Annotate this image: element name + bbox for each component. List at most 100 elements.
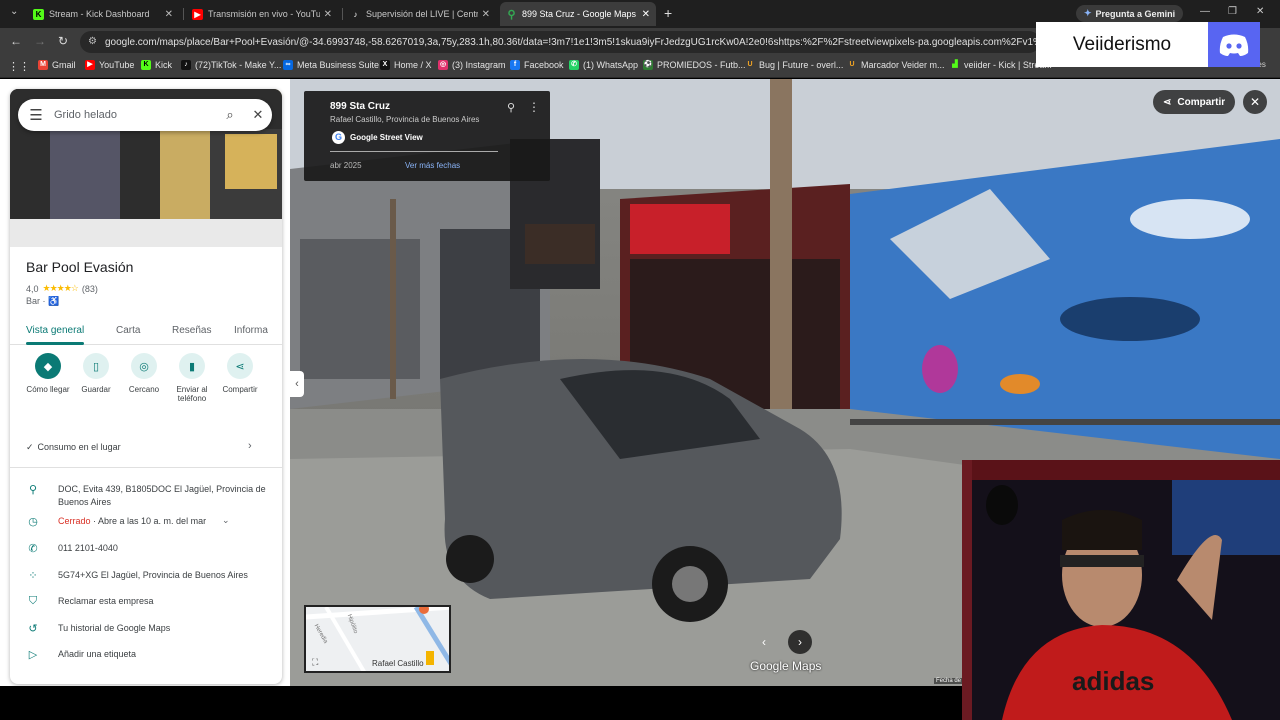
site-info-icon[interactable]: ⚙ — [88, 36, 100, 48]
google-maps-icon: ⚲ — [507, 8, 516, 21]
tab-search-icon[interactable]: ⌄ — [10, 6, 18, 17]
tab-info[interactable]: Informa — [234, 325, 268, 336]
search-icon[interactable]: ⌕ — [216, 107, 244, 123]
kick-icon: K — [141, 60, 151, 70]
next-arrow[interactable]: › — [788, 630, 812, 654]
close-street-view-button[interactable]: ✕ — [1243, 90, 1267, 114]
close-tab-icon[interactable]: ✕ — [642, 9, 650, 20]
search-box[interactable]: ☰ Grido helado ⌕ ✕ — [18, 99, 272, 131]
bookmark-bug-future[interactable]: U Bug | Future - overl... — [745, 60, 843, 70]
share-street-view-button[interactable]: ⋖ Compartir — [1153, 90, 1236, 114]
chevron-down-icon[interactable]: ⌄ — [222, 515, 230, 526]
chevron-right-icon: › — [798, 635, 802, 649]
address-text: DOC, Evita 439, B1805DOC El Jagüel, Prov… — [58, 484, 266, 507]
bookmark-youtube[interactable]: ▶ YouTube — [85, 60, 134, 70]
tab-google-maps[interactable]: ⚲ 899 Sta Cruz - Google Maps ✕ — [500, 2, 656, 26]
tab-kick-dashboard[interactable]: K Stream - Kick Dashboard ✕ — [27, 4, 179, 24]
address-row[interactable]: ⚲ DOC, Evita 439, B1805DOC El Jagüel, Pr… — [26, 483, 266, 509]
divider — [330, 151, 498, 152]
more-dates-link[interactable]: Ver más fechas — [405, 161, 460, 170]
tab-youtube-live[interactable]: ▶ Transmisión en vivo - YouTube ✕ — [186, 4, 338, 24]
maps-history-row[interactable]: ↺ Tu historial de Google Maps — [26, 622, 266, 635]
menu-icon[interactable]: ☰ — [18, 106, 54, 124]
window-close-icon[interactable]: ✕ — [1256, 6, 1264, 17]
dine-in-row[interactable]: ✓ Consumo en el lugar — [26, 442, 121, 453]
apps-icon[interactable]: ⋮⋮ — [8, 60, 30, 73]
tab-menu[interactable]: Carta — [116, 325, 140, 336]
back-icon[interactable]: ← — [10, 34, 22, 48]
tab-reviews[interactable]: Reseñas — [172, 325, 211, 336]
reload-icon[interactable]: ↻ — [58, 34, 68, 48]
close-tab-icon[interactable]: ✕ — [482, 9, 490, 20]
phone-row[interactable]: ✆ 011 2101-4040 — [26, 542, 266, 555]
chevron-left-icon: ‹ — [295, 378, 299, 390]
tab-tiktok-live[interactable]: ♪ Supervisión del LIVE | Centro LI ✕ — [344, 4, 496, 24]
bookmark-x[interactable]: X Home / X — [380, 60, 432, 70]
youtube-icon: ▶ — [85, 60, 95, 70]
active-tab-indicator — [26, 342, 84, 345]
action-buttons: ◆ Cómo llegar ▯ Guardar ◎ Cercano ▮ Envi… — [10, 353, 282, 413]
add-label-text: Añadir una etiqueta — [58, 649, 137, 659]
bookmark-promiedos[interactable]: ⚽ PROMIEDOS - Futb... — [643, 60, 746, 70]
bookmark-marcador[interactable]: U Marcador Veider m... — [847, 60, 944, 70]
maps-history-text: Tu historial de Google Maps — [58, 623, 171, 633]
close-tab-icon[interactable]: ✕ — [165, 9, 173, 20]
more-options-icon[interactable]: ⋮ — [528, 100, 540, 114]
previous-arrow[interactable]: ‹ — [752, 630, 776, 654]
close-icon[interactable]: ✕ — [244, 107, 272, 123]
location-pin-icon: ⚲ — [28, 484, 38, 496]
review-count[interactable]: (83) — [82, 284, 98, 294]
webcam-feed: adidas — [962, 460, 1280, 720]
bookmark-kick[interactable]: K Kick — [141, 60, 172, 70]
location-pin-icon[interactable]: ⚲ — [507, 101, 515, 114]
street-view-navigation: ‹ › — [752, 630, 812, 654]
phone-text: 011 2101-4040 — [58, 543, 118, 553]
bookmark-whatsapp[interactable]: ✆ (1) WhatsApp — [569, 60, 638, 70]
add-label-row[interactable]: ▷ Añadir una etiqueta — [26, 648, 266, 661]
street-view-card: 899 Sta Cruz Rafael Castillo, Provincia … — [304, 91, 550, 181]
hours-row[interactable]: ◷ Cerrado · Abre a las 10 a. m. del mar … — [26, 515, 266, 528]
divider — [10, 467, 282, 468]
discord-icon — [1208, 22, 1260, 67]
plus-code-row[interactable]: ⁘ 5G74+XG El Jagüel, Provincia de Buenos… — [26, 569, 266, 582]
facebook-icon: f — [510, 60, 520, 70]
tab-overview[interactable]: Vista general — [26, 325, 84, 336]
kick-icon: K — [33, 8, 44, 20]
future-icon: U — [849, 61, 855, 68]
accessibility-icon: ♿ — [48, 296, 60, 306]
mini-map[interactable]: Heredia Hipólito Rafael Castillo ⛶ — [304, 605, 451, 673]
place-rating: 4,0 ★★★★☆ (83) — [26, 283, 98, 294]
kick-bars-icon: ▟ — [952, 61, 958, 68]
bookmark-instagram[interactable]: ◎ (3) Instagram — [438, 60, 506, 70]
date-footer: Fecha de — [934, 678, 964, 684]
search-input[interactable]: Grido helado — [54, 109, 216, 121]
chevron-right-icon[interactable]: › — [248, 440, 252, 452]
minimize-icon[interactable]: — — [1200, 6, 1210, 17]
collapse-panel-button[interactable]: ‹ — [290, 371, 304, 397]
bookmark-facebook[interactable]: f Facebook — [510, 60, 564, 70]
maximize-icon[interactable]: ❐ — [1228, 6, 1237, 17]
streamer-name-overlay: Veiiderismo — [1036, 22, 1208, 67]
directions-icon: ◆ — [35, 353, 61, 379]
claim-business-text: Reclamar esta empresa — [58, 596, 154, 606]
phone-icon: ✆ — [28, 543, 38, 555]
claim-business-row[interactable]: ⛉ Reclamar esta empresa — [26, 595, 266, 608]
bookmark-gmail[interactable]: M Gmail — [38, 60, 76, 70]
new-tab-icon[interactable]: + — [664, 5, 672, 21]
discord-logo — [1219, 34, 1249, 56]
fullscreen-icon[interactable]: ⛶ — [312, 657, 318, 668]
gemini-button[interactable]: ✦ Pregunta a Gemini — [1076, 5, 1184, 22]
close-tab-icon[interactable]: ✕ — [324, 9, 332, 20]
place-photo[interactable]: ☰ Grido helado ⌕ ✕ — [10, 89, 282, 247]
share-button[interactable]: ⋖ Compartir — [212, 353, 268, 394]
promiedos-icon: ⚽ — [643, 60, 653, 70]
url-input[interactable]: ⚙ google.com/maps/place/Bar+Pool+Evasión… — [80, 31, 1040, 53]
bookmark-tiktok[interactable]: ♪ (72)TikTok - Make Y... — [181, 60, 281, 70]
webcam-image: adidas — [962, 460, 1280, 720]
plus-code-text: 5G74+XG El Jagüel, Provincia de Buenos A… — [58, 570, 248, 580]
close-icon: ✕ — [1249, 95, 1261, 109]
shield-check-icon: ⛉ — [28, 595, 38, 607]
future-icon: U — [747, 61, 753, 68]
forward-icon[interactable]: → — [34, 34, 46, 48]
bookmark-meta[interactable]: ∞ Meta Business Suite — [283, 60, 379, 70]
